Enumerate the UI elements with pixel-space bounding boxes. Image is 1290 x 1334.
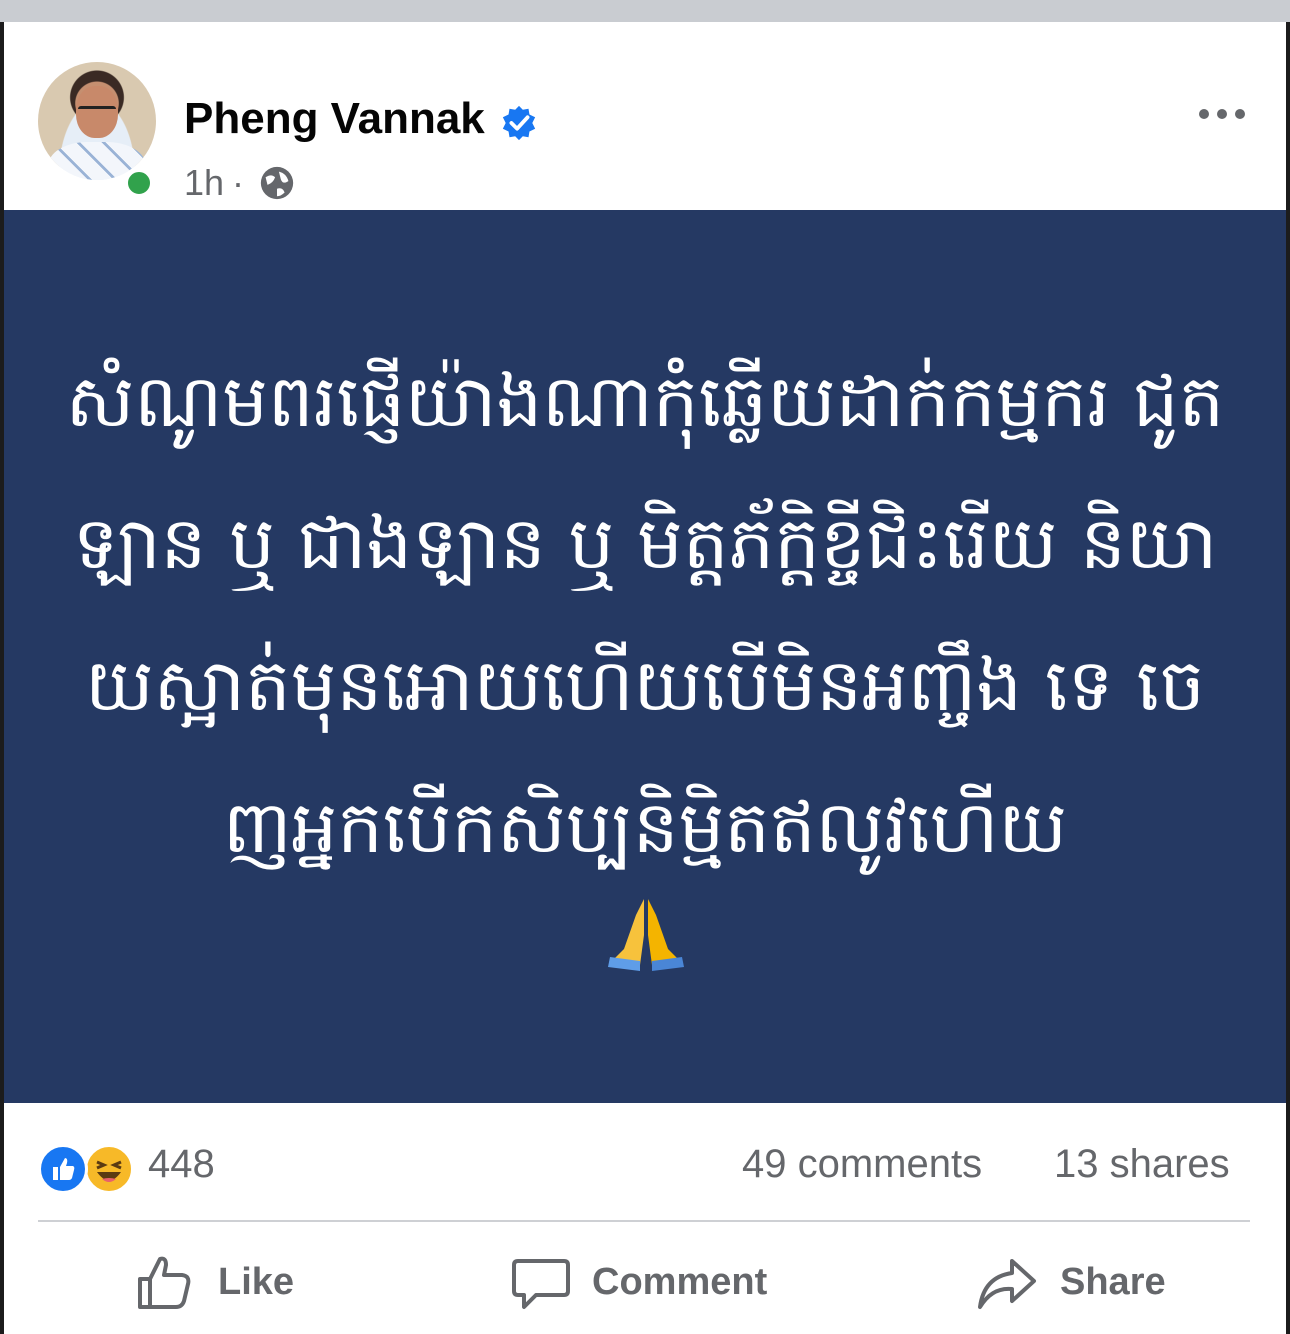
like-thumb-icon: [138, 1256, 191, 1309]
meta-separator: ·: [232, 162, 244, 203]
folded-hands-emoji-icon: [608, 899, 684, 971]
post-background-card[interactable]: សំណូមពរផ្ញើយ៉ាងណាកុំឆ្លើយដាក់កម្មករ ជូតឡ…: [4, 210, 1286, 1103]
like-reaction-icon[interactable]: [38, 1144, 88, 1194]
more-horizontal-icon[interactable]: [1196, 104, 1248, 124]
comment-button[interactable]: Comment: [510, 1245, 790, 1321]
share-arrow-icon: [978, 1259, 1036, 1309]
post-text: សំណូមពរផ្ញើយ៉ាងណាកុំឆ្លើយដាក់កម្មករ ជូតឡ…: [65, 359, 1225, 869]
post-stats-bar: 448 49 comments 13 shares: [0, 1130, 1290, 1200]
avatar-glasses: [78, 106, 116, 117]
like-button[interactable]: Like: [134, 1245, 314, 1321]
author-name[interactable]: Pheng Vannak: [184, 94, 485, 144]
like-label: Like: [218, 1261, 295, 1303]
comment-bubble-icon: [512, 1259, 570, 1309]
verified-badge-icon: [502, 105, 536, 141]
comment-label: Comment: [592, 1261, 768, 1303]
share-label: Share: [1060, 1261, 1166, 1303]
share-count[interactable]: 13 shares: [1054, 1142, 1230, 1187]
online-status-dot: [124, 168, 154, 198]
post-timestamp[interactable]: 1h: [184, 162, 224, 204]
author-avatar[interactable]: [38, 62, 156, 180]
post-header: Pheng Vannak 1h ·: [0, 22, 1290, 210]
top-divider-strip: [0, 0, 1290, 22]
haha-reaction-icon[interactable]: [84, 1144, 134, 1194]
globe-icon: [260, 166, 294, 200]
share-button[interactable]: Share: [976, 1245, 1176, 1321]
actions-divider: [38, 1220, 1250, 1222]
comment-count[interactable]: 49 comments: [742, 1142, 982, 1187]
reaction-count[interactable]: 448: [148, 1142, 215, 1187]
